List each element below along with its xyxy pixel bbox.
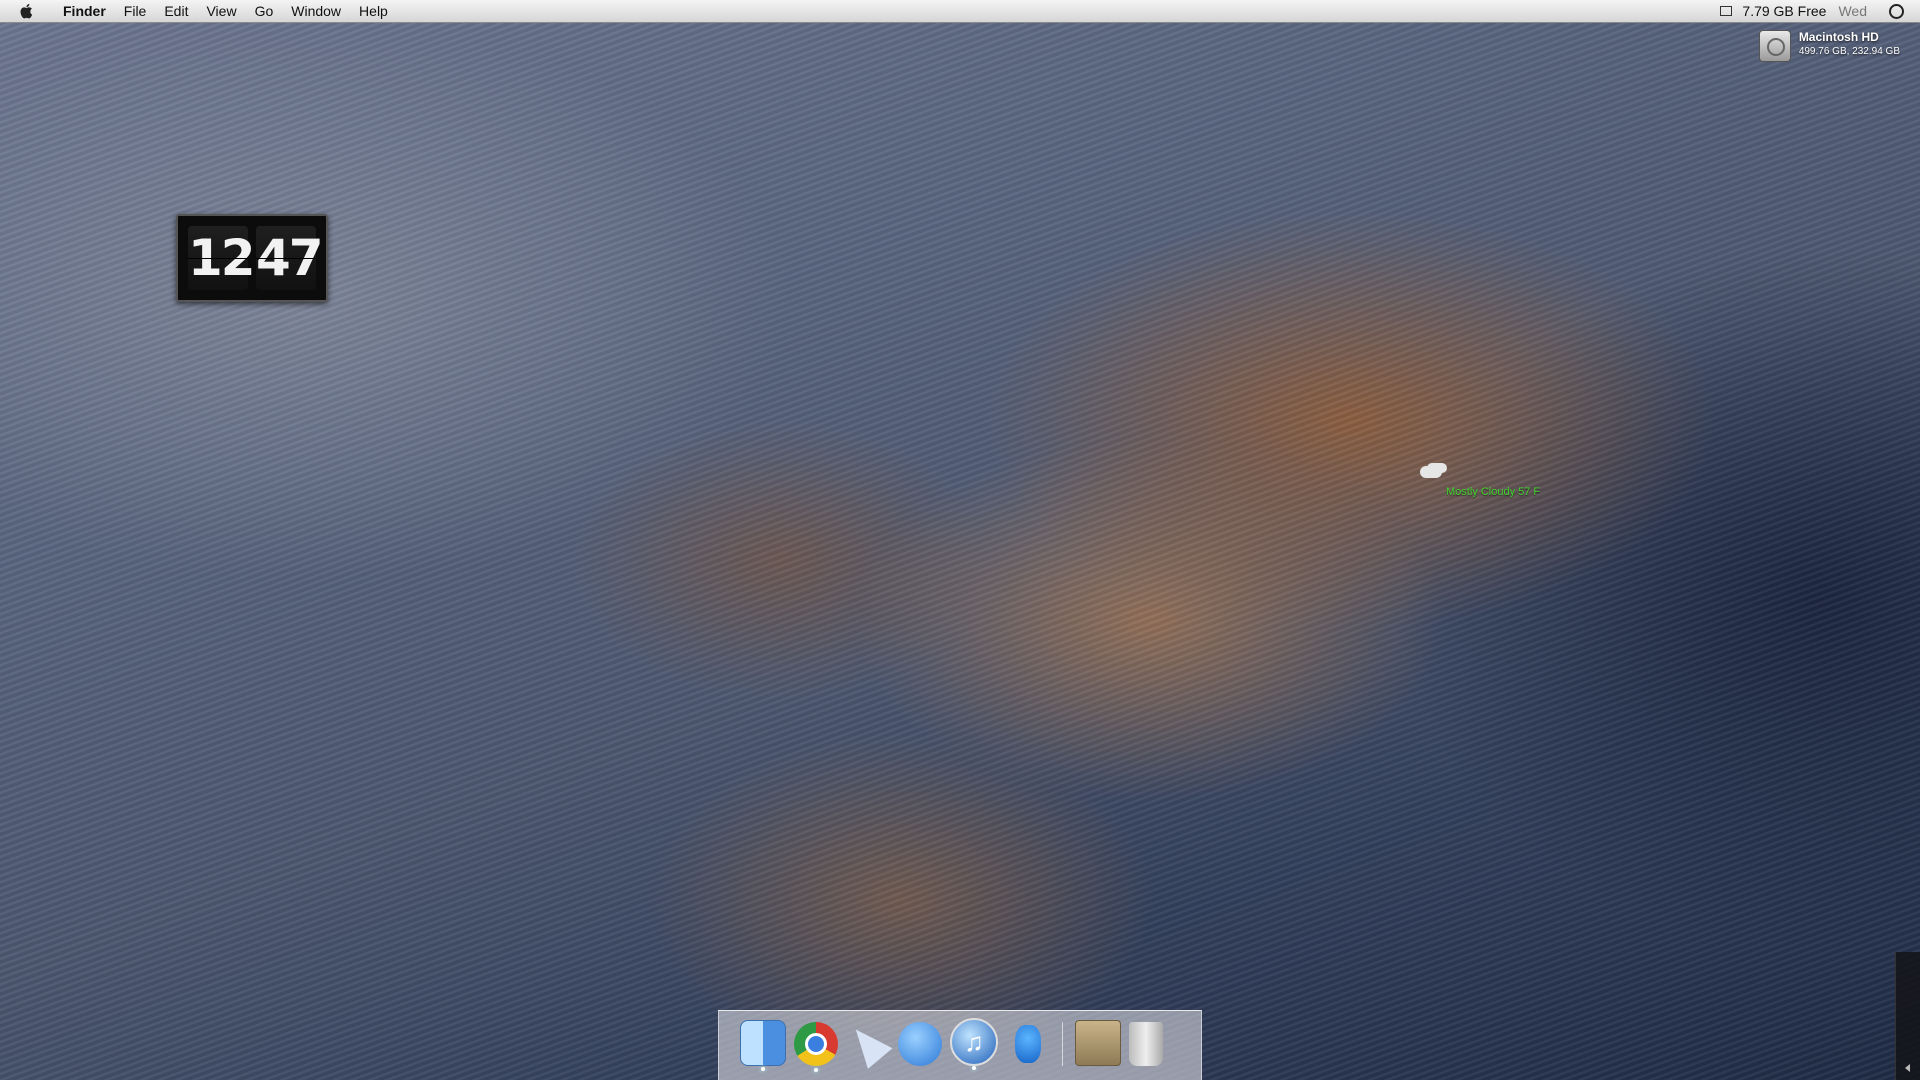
- menu-clock[interactable]: Wed: [1838, 3, 1867, 19]
- hard-drive-icon[interactable]: [1758, 30, 1791, 62]
- left-arrow-icon[interactable]: [1905, 1064, 1910, 1072]
- menu-window[interactable]: Window: [282, 0, 350, 22]
- chrome-icon[interactable]: [794, 1022, 838, 1072]
- menu-extras: 7.79 GB Free Wed: [1720, 0, 1920, 22]
- menu-view[interactable]: View: [197, 0, 245, 22]
- apple-icon[interactable]: [18, 2, 36, 20]
- menu-go[interactable]: Go: [246, 0, 283, 22]
- dock-separator: [1062, 1022, 1063, 1066]
- itunes-icon[interactable]: ♫: [950, 1018, 998, 1070]
- disk-labels: Macintosh HD 499.76 GB, 232.94 GB: [1799, 30, 1900, 57]
- running-indicator: [761, 1067, 765, 1071]
- facetime-icon[interactable]: [898, 1022, 942, 1066]
- macintosh-hd-disk[interactable]: Macintosh HD 499.76 GB, 232.94 GB: [1758, 30, 1900, 62]
- wallpaper: [0, 0, 1920, 1080]
- trash-icon[interactable]: [1129, 1022, 1163, 1066]
- desktop: Finder File Edit View Go Window Help 7.7…: [0, 0, 1920, 1080]
- weather-widget[interactable]: Mostly Cloudy 57 F: [1420, 466, 1540, 498]
- menu-bar: Finder File Edit View Go Window Help 7.7…: [0, 0, 1920, 23]
- cursor-icon[interactable]: [846, 1022, 890, 1066]
- dock-icons: ♫: [740, 1014, 1163, 1072]
- free-space-label[interactable]: 7.79 GB Free: [1742, 3, 1826, 19]
- clock-hours: 12: [188, 226, 256, 290]
- running-indicator: [972, 1066, 976, 1070]
- corner-panel[interactable]: [1895, 952, 1920, 1080]
- twitter-icon[interactable]: [1006, 1022, 1050, 1066]
- disk-status-icon[interactable]: [1720, 6, 1733, 16]
- applications-folder-icon[interactable]: [1075, 1020, 1121, 1066]
- spotlight-icon[interactable]: [1889, 3, 1904, 19]
- cloud-icon: [1420, 466, 1442, 478]
- disk-name: Macintosh HD: [1798, 30, 1879, 44]
- menu-edit[interactable]: Edit: [155, 0, 197, 22]
- menu-help[interactable]: Help: [350, 0, 397, 22]
- menu-finder[interactable]: Finder: [54, 0, 115, 22]
- clock-minutes: 47: [256, 226, 324, 290]
- weather-text: Mostly Cloudy 57 F: [1446, 486, 1541, 498]
- flip-clock-widget[interactable]: 12 47: [176, 214, 328, 302]
- menu-file[interactable]: File: [115, 0, 156, 22]
- disk-detail: 499.76 GB, 232.94 GB: [1798, 46, 1900, 57]
- finder-icon[interactable]: [740, 1020, 786, 1071]
- running-indicator: [814, 1068, 818, 1072]
